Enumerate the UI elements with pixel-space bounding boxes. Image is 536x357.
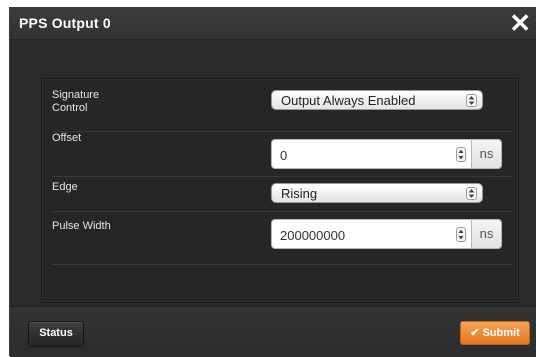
edge-row: Edge Rising (52, 177, 512, 212)
offset-label: Offset (52, 132, 82, 144)
pulse-width-label: Pulse Width (52, 220, 111, 232)
edge-select[interactable]: Rising (271, 183, 483, 203)
check-icon: ✔ (470, 327, 480, 339)
select-arrows-icon (466, 187, 477, 200)
pulse-width-spinner-icon[interactable] (456, 227, 466, 242)
pulse-width-value: 200000000 (280, 228, 346, 243)
signature-control-row: Signature Control Output Always Enabled (52, 87, 512, 132)
offset-row: Offset 0 ns (52, 132, 512, 177)
edge-label: Edge (52, 181, 78, 193)
select-arrows-icon (466, 94, 477, 107)
signature-control-select[interactable]: Output Always Enabled (271, 90, 483, 110)
offset-value: 0 (280, 148, 288, 163)
edge-value: Rising (281, 186, 318, 201)
signature-control-label: Signature Control (52, 89, 212, 115)
pulse-width-row: Pulse Width 200000000 ns (52, 212, 512, 265)
close-icon[interactable]: ✕ (509, 8, 531, 38)
pulse-width-input-group: 200000000 ns (271, 219, 503, 249)
dialog-title-bar: PPS Output 0 ✕ (10, 7, 536, 40)
pulse-width-input[interactable]: 200000000 (271, 219, 472, 249)
offset-input[interactable]: 0 (271, 139, 472, 169)
offset-unit: ns (471, 139, 502, 169)
pps-output-dialog: PPS Output 0 ✕ Signature Control Output … (9, 7, 536, 357)
offset-input-group: 0 ns (271, 139, 503, 169)
signature-control-label-line1: Signature (52, 89, 100, 101)
submit-label: Submit (482, 327, 520, 339)
dialog-title: PPS Output 0 (19, 15, 111, 31)
settings-panel: Signature Control Output Always Enabled … (41, 78, 519, 303)
offset-spinner-icon[interactable] (456, 147, 466, 162)
submit-button[interactable]: ✔ Submit (460, 321, 530, 345)
dialog-body: Signature Control Output Always Enabled … (10, 40, 536, 306)
signature-control-label-line2: Control (52, 102, 88, 114)
dialog-footer: Status ✔ Submit (10, 306, 536, 357)
pulse-width-unit: ns (471, 219, 502, 249)
status-button[interactable]: Status (28, 321, 84, 347)
signature-control-value: Output Always Enabled (281, 93, 416, 108)
